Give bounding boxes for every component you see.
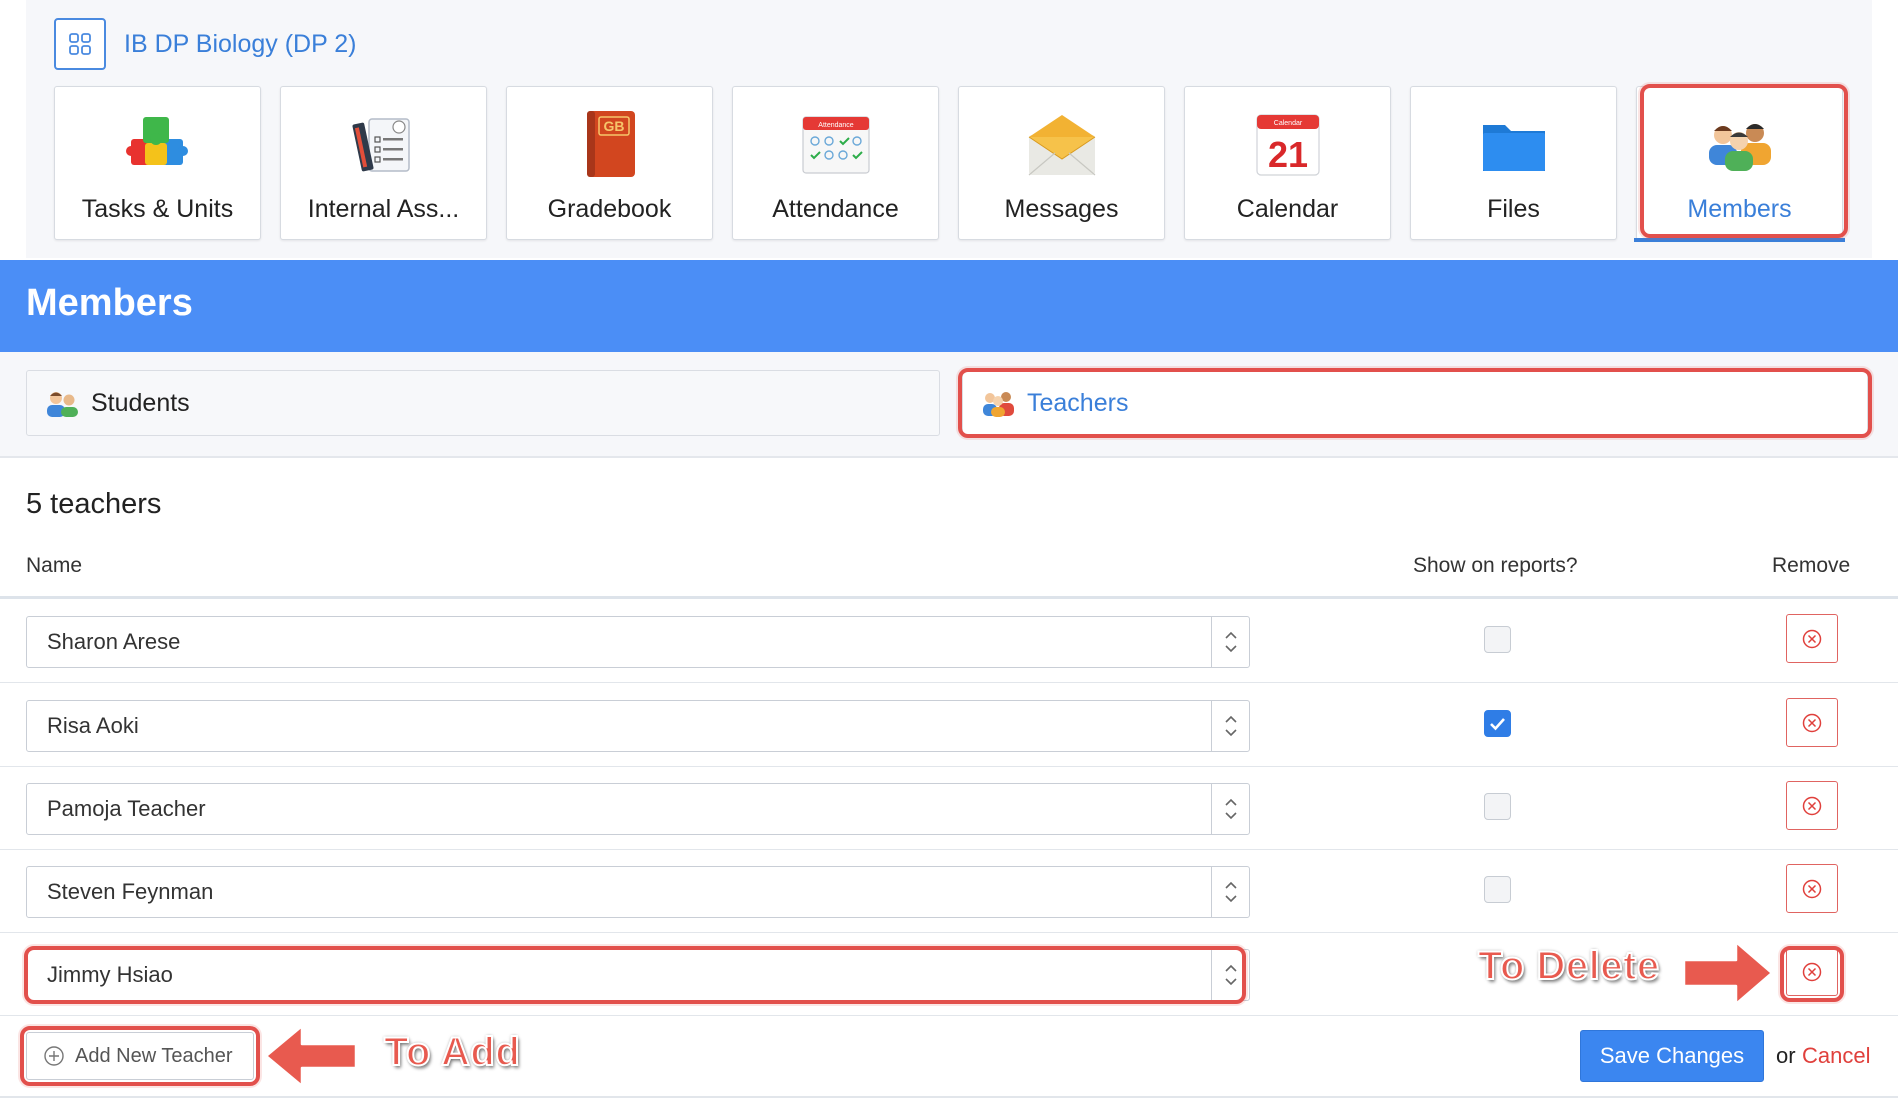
tile-label: Attendance [772, 195, 899, 223]
select-stepper-icon[interactable] [1211, 867, 1249, 917]
attendance-icon: Attendance [799, 107, 873, 181]
app-grid-button[interactable] [54, 18, 106, 70]
teacher-name: Risa Aoki [47, 713, 139, 738]
teacher-select[interactable]: Jimmy Hsiao [26, 949, 1250, 1001]
tile-internal-assessment[interactable]: Internal Ass... [280, 86, 487, 240]
students-icon [47, 392, 78, 417]
table-row: Sharon Arese [0, 600, 1898, 683]
annotation-to-delete: To Delete [1477, 943, 1660, 989]
tile-members[interactable]: Members [1634, 86, 1845, 242]
tile-label: Calendar [1236, 195, 1339, 223]
delete-arrow-icon [1682, 940, 1774, 1006]
remove-circle-x-icon [1802, 879, 1822, 898]
course-title-row: IB DP Biology (DP 2) [54, 18, 357, 70]
tile-calendar[interactable]: Calendar 21 Calendar [1184, 86, 1391, 240]
remove-circle-x-icon [1802, 713, 1822, 732]
tab-students-label: Students [91, 388, 190, 417]
folder-icon [1477, 107, 1551, 181]
tile-attendance[interactable]: Attendance Attendance [732, 86, 939, 240]
remove-teacher-button[interactable] [1786, 614, 1838, 663]
header-divider [0, 596, 1898, 599]
teacher-select[interactable]: Sharon Arese [26, 616, 1250, 668]
remove-circle-x-icon [1802, 629, 1822, 648]
remove-teacher-button[interactable] [1786, 781, 1838, 830]
checkmark-icon [1490, 718, 1505, 731]
remove-teacher-button[interactable] [1786, 947, 1838, 996]
annotation-to-add: To Add [383, 1029, 521, 1075]
remove-teacher-button[interactable] [1786, 698, 1838, 747]
table-row: Pamoja Teacher [0, 767, 1898, 850]
teacher-select[interactable]: Steven Feynman [26, 866, 1250, 918]
checklist-icon [347, 107, 421, 181]
cancel-link[interactable]: Cancel [1802, 1043, 1870, 1069]
page-title: Members [26, 282, 193, 324]
course-tool-tiles: Tasks & Units Internal Ass... GB Gradebo… [54, 86, 1845, 242]
show-on-reports-checkbox[interactable] [1484, 876, 1511, 903]
or-text: or [1776, 1043, 1796, 1068]
table-row: Steven Feynman [0, 850, 1898, 933]
column-header-remove: Remove [1772, 554, 1851, 577]
tile-label: Internal Ass... [307, 195, 460, 223]
add-new-teacher-label: Add New Teacher [75, 1044, 233, 1067]
plus-circle-icon [44, 1046, 64, 1066]
gradebook-icon: GB [573, 107, 647, 181]
gradebook-badge: GB [603, 118, 624, 134]
teachers-icon [983, 392, 1014, 417]
select-stepper-icon[interactable] [1211, 617, 1249, 667]
tab-teachers-label: Teachers [1027, 388, 1129, 417]
tile-label: Files [1487, 195, 1540, 223]
save-changes-button[interactable]: Save Changes [1580, 1030, 1764, 1082]
teacher-name: Jimmy Hsiao [47, 962, 173, 987]
tile-messages[interactable]: Messages [958, 86, 1165, 240]
teacher-select[interactable]: Risa Aoki [26, 700, 1250, 752]
calendar-icon: Calendar 21 [1251, 107, 1325, 181]
tile-label: Tasks & Units [81, 195, 234, 223]
show-on-reports-checkbox[interactable] [1484, 710, 1511, 737]
column-header-show-on-reports: Show on reports? [1413, 554, 1578, 577]
select-stepper-icon[interactable] [1211, 701, 1249, 751]
course-title[interactable]: IB DP Biology (DP 2) [124, 30, 357, 59]
puzzle-icon [121, 107, 195, 181]
grid-icon [69, 33, 91, 55]
add-arrow-icon [264, 1024, 358, 1088]
teacher-name: Sharon Arese [47, 629, 181, 654]
tab-teachers[interactable]: Teachers [962, 370, 1868, 436]
remove-teacher-button[interactable] [1786, 864, 1838, 913]
tile-label: Gradebook [547, 195, 672, 223]
tile-tasks-units[interactable]: Tasks & Units [54, 86, 261, 240]
tile-gradebook[interactable]: GB Gradebook [506, 86, 713, 240]
select-stepper-icon[interactable] [1211, 784, 1249, 834]
add-new-teacher-button[interactable]: Add New Teacher [26, 1032, 254, 1080]
members-icon [1703, 107, 1777, 181]
show-on-reports-checkbox[interactable] [1484, 626, 1511, 653]
member-type-tabs: Students Teachers [0, 352, 1898, 458]
tile-label: Messages [1004, 195, 1119, 223]
remove-circle-x-icon [1802, 796, 1822, 815]
select-stepper-icon[interactable] [1211, 950, 1249, 1000]
column-header-name: Name [26, 554, 83, 577]
calendar-badge: Calendar [1273, 120, 1302, 127]
teacher-name: Steven Feynman [47, 879, 214, 904]
teacher-count: 5 teachers [26, 488, 162, 520]
envelope-icon [1025, 107, 1099, 181]
members-banner: Members [0, 260, 1898, 352]
tile-files[interactable]: Files [1410, 86, 1617, 240]
show-on-reports-checkbox[interactable] [1484, 793, 1511, 820]
calendar-day: 21 [1267, 134, 1307, 175]
teacher-name: Pamoja Teacher [47, 796, 206, 821]
remove-circle-x-icon [1802, 962, 1822, 981]
teacher-select[interactable]: Pamoja Teacher [26, 783, 1250, 835]
attendance-badge: Attendance [818, 122, 854, 129]
table-row: Risa Aoki [0, 684, 1898, 767]
tab-students[interactable]: Students [26, 370, 940, 436]
tile-label: Members [1687, 195, 1792, 223]
